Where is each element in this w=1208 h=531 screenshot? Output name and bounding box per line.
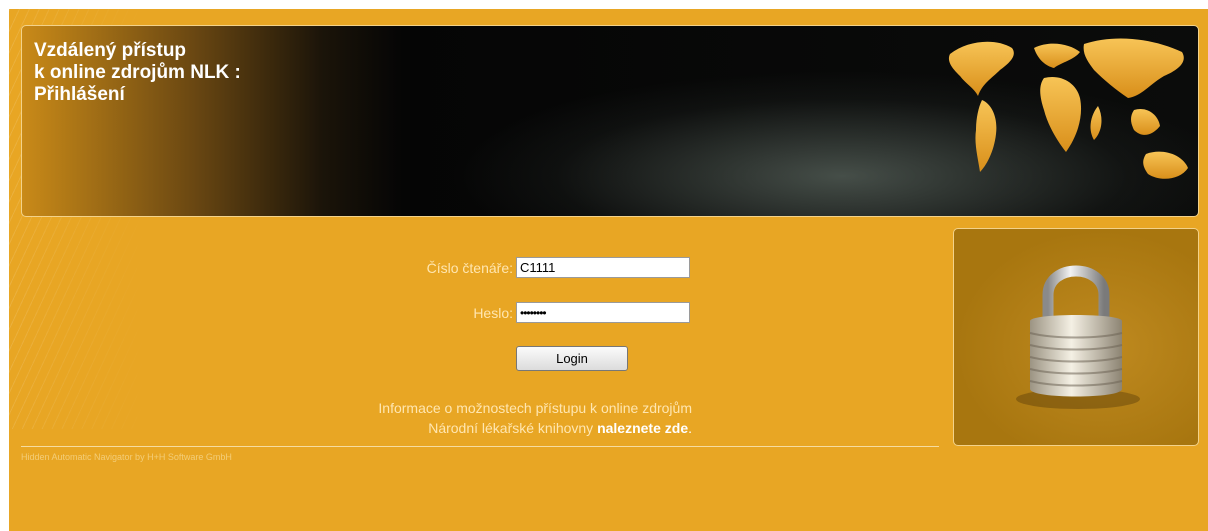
divider xyxy=(21,446,939,447)
info-line-2: Národní lékařské knihovny naleznete zde. xyxy=(229,418,692,438)
padlock-icon xyxy=(1016,265,1140,409)
login-button[interactable]: Login xyxy=(516,346,628,371)
title-line-2: k online zdrojům NLK : xyxy=(34,62,241,83)
reader-number-input[interactable] xyxy=(516,257,690,278)
info-link[interactable]: naleznete zde xyxy=(597,420,688,436)
info-line-2-prefix: Národní lékařské knihovny xyxy=(428,420,598,436)
reader-number-label: Číslo čtenáře: xyxy=(426,260,513,276)
password-input[interactable] xyxy=(516,302,690,323)
page-title: Vzdálený přístup k online zdrojům NLK : … xyxy=(34,40,241,106)
info-line-2-suffix: . xyxy=(688,420,692,436)
info-line-1: Informace o možnostech přístupu k online… xyxy=(378,400,692,416)
footer-credit: Hidden Automatic Navigator by H+H Softwa… xyxy=(21,452,232,462)
title-line-1: Vzdálený přístup xyxy=(34,40,187,61)
world-map-icon xyxy=(948,38,1188,179)
header-banner: Vzdálený přístup k online zdrojům NLK : … xyxy=(21,25,1199,217)
title-line-3: Přihlášení xyxy=(34,84,125,105)
login-page: Vzdálený přístup k online zdrojům NLK : … xyxy=(9,9,1208,531)
info-text: Informace o možnostech přístupu k online… xyxy=(229,398,692,438)
password-label: Heslo: xyxy=(473,305,513,321)
padlock-panel xyxy=(953,228,1199,446)
